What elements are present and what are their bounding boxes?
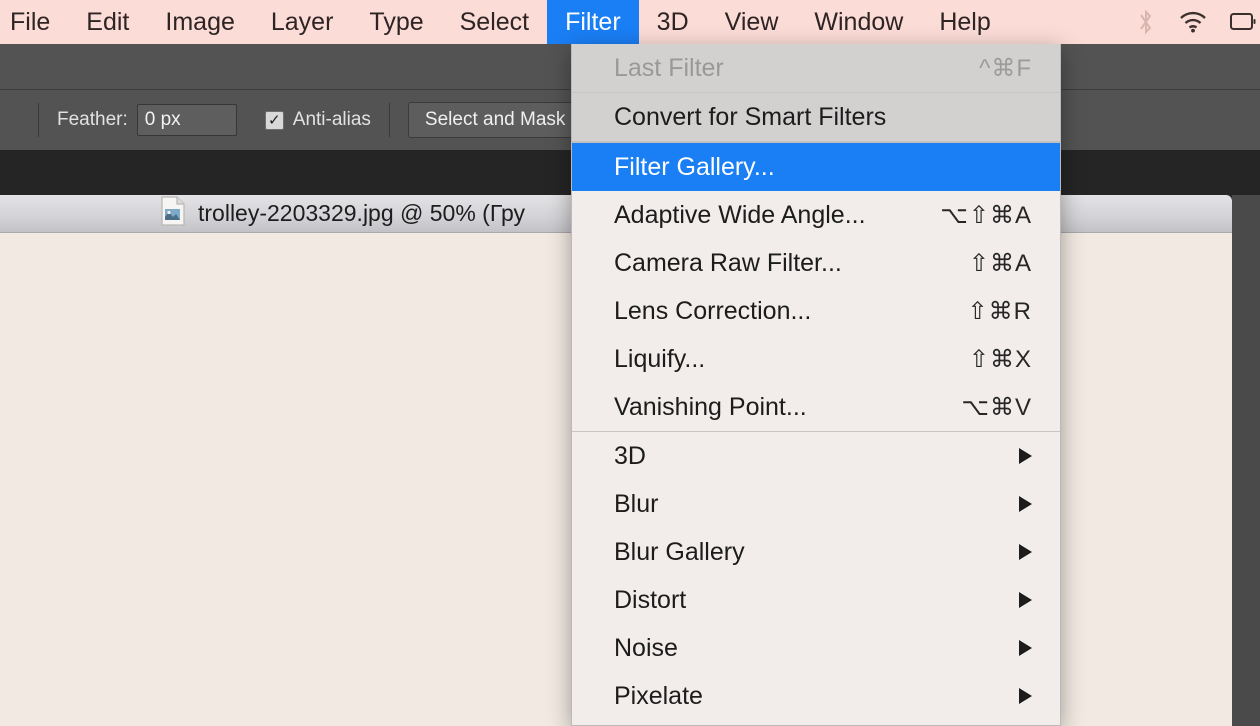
menu-item-blur[interactable]: Blur [572,480,1060,528]
menu-bar-item-file[interactable]: File [0,0,68,44]
submenu-arrow-icon [1019,448,1032,464]
menu-item-pixelate[interactable]: Pixelate [572,672,1060,720]
options-divider-2 [388,103,390,137]
menu-bar-status-items [1136,0,1260,44]
menu-bar-item-select[interactable]: Select [442,0,547,44]
menu-item-label: Camera Raw Filter... [614,248,842,277]
menu-item-noise[interactable]: Noise [572,624,1060,672]
canvas-right-gutter [1232,195,1260,726]
menu-bar-item-filter[interactable]: Filter [547,0,639,44]
menu-item-label: Filter Gallery... [614,152,775,181]
macos-menu-bar: File Edit Image Layer Type Select Filter 3D View… [0,0,1260,44]
menu-item-label: Adaptive Wide Angle... [614,200,866,229]
menu-bar-item-layer[interactable]: Layer [253,0,352,44]
menu-bar-item-window[interactable]: Window [796,0,921,44]
menu-item-label: Lens Correction... [614,296,812,325]
wifi-icon[interactable] [1178,10,1208,34]
menu-item-label: Noise [614,633,678,662]
menu-item-adaptive-wide-angle[interactable]: Adaptive Wide Angle... ⌥⇧⌘A [572,191,1060,239]
menu-item-label: Liquify... [614,344,706,373]
menu-item-filter-gallery[interactable]: Filter Gallery... [572,143,1060,191]
menu-item-label: Pixelate [614,681,703,710]
menu-item-shortcut: ⇧⌘A [968,249,1032,277]
submenu-arrow-icon [1019,688,1032,704]
menu-item-distort[interactable]: Distort [572,576,1060,624]
select-and-mask-button[interactable]: Select and Mask [407,102,583,138]
photoshop-window: File Edit Image Layer Type Select Filter 3D View… [0,0,1260,726]
submenu-arrow-icon [1019,640,1032,656]
submenu-arrow-icon [1019,592,1032,608]
image-file-icon [160,196,186,231]
anti-alias-control[interactable]: ✓ Anti-alias [264,109,371,131]
menu-item-label: Convert for Smart Filters [614,102,887,131]
menu-item-shortcut: ⇧⌘X [968,345,1032,373]
menu-item-last-filter: Last Filter ^⌘F [572,44,1060,92]
menu-item-label: Blur Gallery [614,537,745,566]
menu-bar-item-type[interactable]: Type [351,0,441,44]
menu-group-1: Convert for Smart Filters [572,93,1060,141]
anti-alias-label: Anti-alias [292,109,371,130]
menu-item-label: Distort [614,585,687,614]
menu-bar-items: File Edit Image Layer Type Select Filter 3D View… [0,0,1009,44]
menu-item-blur-gallery[interactable]: Blur Gallery [572,528,1060,576]
menu-item-label: Blur [614,489,659,518]
menu-item-shortcut: ⌥⌘V [961,393,1032,421]
menu-bar-item-view[interactable]: View [707,0,797,44]
menu-item-lens-correction[interactable]: Lens Correction... ⇧⌘R [572,287,1060,335]
options-divider [38,103,39,137]
submenu-arrow-icon [1019,496,1032,512]
menu-item-label: Vanishing Point... [614,392,807,421]
menu-item-convert-for-smart-filters[interactable]: Convert for Smart Filters [572,93,1060,141]
menu-item-camera-raw-filter[interactable]: Camera Raw Filter... ⇧⌘A [572,239,1060,287]
menu-bar-item-image[interactable]: Image [147,0,252,44]
bluetooth-icon[interactable] [1136,9,1156,35]
menu-bar-item-3d[interactable]: 3D [639,0,707,44]
anti-alias-checkbox[interactable]: ✓ [264,110,284,130]
menu-item-shortcut: ^⌘F [979,54,1032,82]
submenu-arrow-icon [1019,544,1032,560]
menu-bar-item-edit[interactable]: Edit [68,0,147,44]
feather-input[interactable]: 0 px [136,104,237,136]
menu-bar-item-help[interactable]: Help [921,0,1008,44]
menu-item-3d[interactable]: 3D [572,432,1060,480]
feather-label: Feather: [57,109,128,130]
menu-item-label: Last Filter [614,53,724,82]
filter-dropdown-menu[interactable]: Last Filter ^⌘F Convert for Smart Filters F… [571,44,1061,726]
menu-item-shortcut: ⌥⇧⌘A [940,201,1032,229]
menu-group-3: 3D Blur Blur Gallery Distort Noise Pixelate Re… [572,432,1060,725]
menu-item-render[interactable]: Render [572,720,1060,725]
menu-item-liquify[interactable]: Liquify... ⇧⌘X [572,335,1060,383]
menu-item-vanishing-point[interactable]: Vanishing Point... ⌥⌘V [572,383,1060,431]
menu-group-0: Last Filter ^⌘F [572,44,1060,92]
menu-item-label: 3D [614,441,646,470]
menu-item-shortcut: ⇧⌘R [967,297,1032,325]
document-title: trolley-2203329.jpg @ 50% (Гру [198,200,526,226]
menu-group-2: Filter Gallery... Adaptive Wide Angle... ⌥… [572,143,1060,431]
document-tab[interactable]: trolley-2203329.jpg @ 50% (Гру [160,196,525,231]
battery-icon[interactable] [1230,11,1256,33]
